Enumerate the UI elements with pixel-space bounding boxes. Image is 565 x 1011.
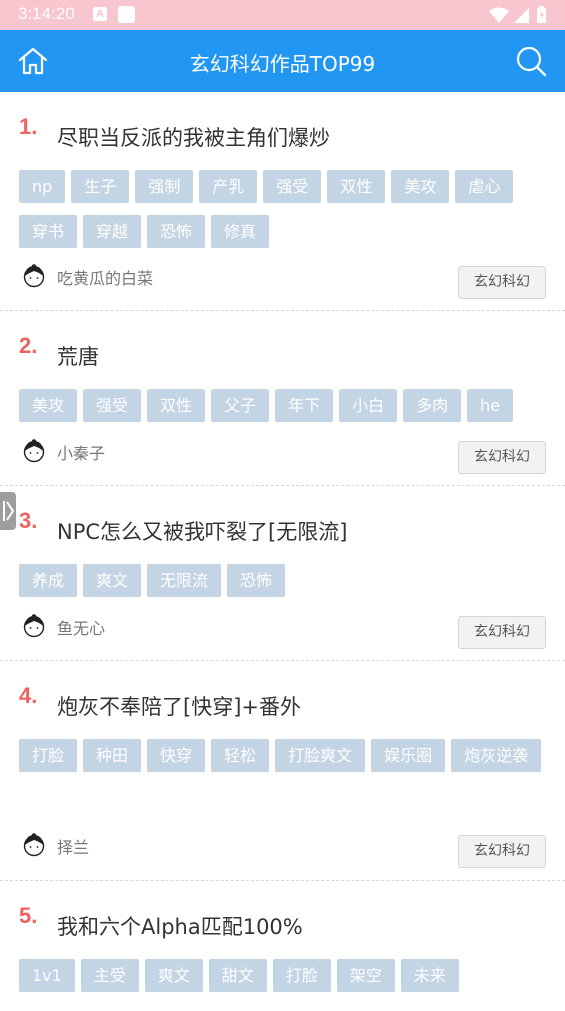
- tag[interactable]: 穿书: [19, 215, 78, 248]
- signal-icon: [514, 8, 529, 23]
- tag[interactable]: 养成: [19, 564, 78, 597]
- tag[interactable]: 未来: [400, 959, 459, 992]
- tag[interactable]: 双性: [147, 389, 206, 422]
- tag[interactable]: 无限流: [147, 564, 222, 597]
- avatar-icon: [23, 439, 45, 463]
- tag[interactable]: 快穿: [147, 739, 206, 772]
- status-bar: 3:14:20 A: [0, 0, 565, 30]
- tag[interactable]: 产乳: [199, 170, 258, 203]
- tag[interactable]: 双性: [327, 170, 386, 203]
- tag[interactable]: 小白: [339, 389, 398, 422]
- list-item[interactable]: 1. 尽职当反派的我被主角们爆炒 np 生子 强制 产乳 强受 双性 美攻 虐心穿书 穿越 恐怖修…: [0, 92, 565, 311]
- tag[interactable]: 打脸: [272, 959, 331, 992]
- tag-list: np 生子 强制 产乳 强受 双性 美攻 虐心穿书 穿越 恐怖 修真: [19, 170, 549, 260]
- avatar-icon: [23, 833, 45, 857]
- tag[interactable]: 爽文: [144, 959, 203, 992]
- tag[interactable]: 轻松: [211, 739, 270, 772]
- category-button[interactable]: 玄幻科幻: [458, 835, 546, 868]
- rank-number: 3.: [19, 508, 38, 533]
- tag-list: 1v1 主受 爽文 甜文 打脸 架空 未来: [19, 959, 549, 1004]
- notification-a-icon: A: [93, 7, 107, 21]
- tag-list: 美攻 强受 双性 父子 年下 小白 多肉 he: [19, 389, 549, 434]
- list-item[interactable]: 3. NPC怎么又被我吓裂了[无限流] 养成 爽文 无限流 恐怖 鱼无心 玄幻科幻: [0, 486, 565, 661]
- rank-number: 5.: [19, 903, 38, 928]
- tag-list: 养成 爽文 无限流 恐怖: [19, 564, 549, 609]
- rank-number: 4.: [19, 683, 38, 708]
- avatar-icon: [23, 264, 45, 288]
- tag[interactable]: 虐心: [455, 170, 514, 203]
- tag[interactable]: 强制: [135, 170, 194, 203]
- tag[interactable]: 多肉: [403, 389, 462, 422]
- tag[interactable]: 强受: [263, 170, 322, 203]
- list-item[interactable]: 2. 荒唐 美攻 强受 双性 父子 年下 小白 多肉 he 小秦子 玄幻科幻: [0, 311, 565, 486]
- work-title[interactable]: NPC怎么又被我吓裂了[无限流]: [57, 516, 347, 546]
- status-icons: [489, 6, 546, 23]
- work-title[interactable]: 荒唐: [57, 341, 99, 371]
- author-name: 吃黄瓜的白菜: [57, 269, 154, 288]
- tag[interactable]: 主受: [80, 959, 139, 992]
- avatar-icon: [23, 614, 45, 638]
- notification-square-icon: [118, 6, 135, 23]
- tag[interactable]: 娱乐圈: [371, 739, 446, 772]
- rank-number: 2.: [19, 333, 38, 358]
- category-button[interactable]: 玄幻科幻: [458, 266, 546, 299]
- tag[interactable]: 甜文: [208, 959, 267, 992]
- tag[interactable]: 爽文: [83, 564, 142, 597]
- tag[interactable]: 种田: [83, 739, 142, 772]
- tag[interactable]: 恐怖: [147, 215, 206, 248]
- rank-number: 1.: [19, 114, 38, 139]
- tag[interactable]: 炮灰逆袭: [451, 739, 542, 772]
- category-button[interactable]: 玄幻科幻: [458, 616, 546, 649]
- tag[interactable]: 恐怖: [227, 564, 286, 597]
- tag[interactable]: 年下: [275, 389, 334, 422]
- page-title: 玄幻科幻作品TOP99: [189, 52, 376, 76]
- category-button[interactable]: 玄幻科幻: [458, 441, 546, 474]
- work-list: 1. 尽职当反派的我被主角们爆炒 np 生子 强制 产乳 强受 双性 美攻 虐心穿书 穿越 恐怖修…: [0, 92, 565, 1011]
- tag[interactable]: 父子: [211, 389, 270, 422]
- wifi-icon: [489, 7, 509, 23]
- list-item[interactable]: 5. 我和六个Alpha匹配100% 1v1 主受 爽文 甜文 打脸 架空 未来: [0, 881, 565, 1011]
- tag[interactable]: 修真: [211, 215, 270, 248]
- tag[interactable]: 打脸爽文: [275, 739, 366, 772]
- author-name: 小秦子: [57, 444, 106, 463]
- tag[interactable]: 美攻: [391, 170, 450, 203]
- tag[interactable]: np: [19, 170, 66, 203]
- author-name: 鱼无心: [57, 619, 106, 638]
- author-name: 择兰: [57, 838, 90, 857]
- tag[interactable]: 打脸: [19, 739, 78, 772]
- tag[interactable]: 1v1: [19, 959, 75, 992]
- tag[interactable]: 生子: [71, 170, 130, 203]
- tag[interactable]: 美攻: [19, 389, 78, 422]
- search-icon[interactable]: [515, 45, 547, 77]
- battery-icon: [537, 6, 546, 23]
- work-title[interactable]: 我和六个Alpha匹配100%: [57, 911, 303, 941]
- tag[interactable]: 架空: [336, 959, 395, 992]
- status-time: 3:14:20: [18, 4, 75, 23]
- tag[interactable]: 强受: [83, 389, 142, 422]
- tag[interactable]: 穿越: [83, 215, 142, 248]
- list-item[interactable]: 4. 炮灰不奉陪了[快穿]+番外 打脸 种田 快穿 轻松 打脸爽文 娱乐圈 炮灰逆袭 择兰 …: [0, 661, 565, 881]
- tag-list: 打脸 种田 快穿 轻松 打脸爽文 娱乐圈 炮灰逆袭: [19, 739, 549, 784]
- app-bar: 玄幻科幻作品TOP99: [0, 30, 565, 92]
- tag[interactable]: he: [467, 389, 514, 422]
- work-title[interactable]: 炮灰不奉陪了[快穿]+番外: [57, 691, 301, 721]
- work-title[interactable]: 尽职当反派的我被主角们爆炒: [57, 122, 330, 152]
